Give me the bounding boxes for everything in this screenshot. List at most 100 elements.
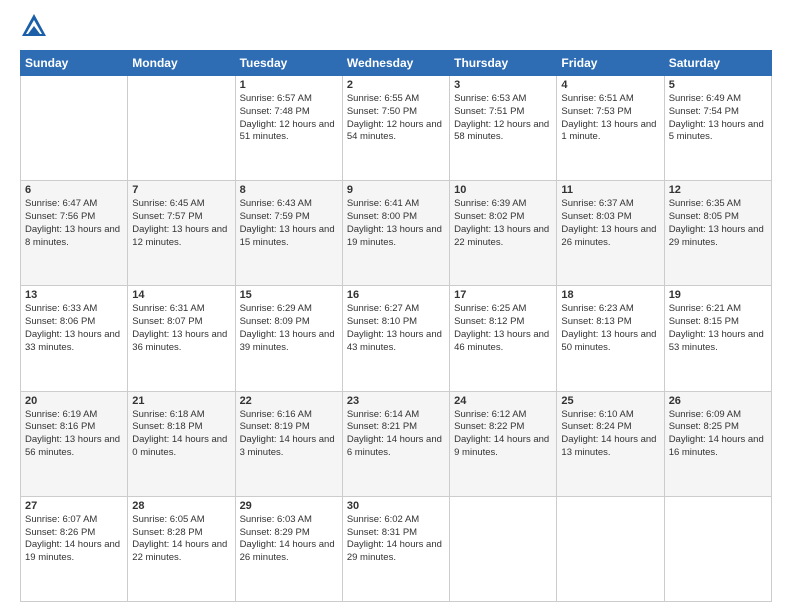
day-number: 7 bbox=[132, 184, 230, 196]
cell-sun-info: Sunrise: 6:37 AM Sunset: 8:03 PM Dayligh… bbox=[561, 198, 659, 249]
cell-sun-info: Sunrise: 6:25 AM Sunset: 8:12 PM Dayligh… bbox=[454, 303, 552, 354]
cell-sun-info: Sunrise: 6:19 AM Sunset: 8:16 PM Dayligh… bbox=[25, 409, 123, 460]
day-number: 16 bbox=[347, 289, 445, 301]
day-number: 8 bbox=[240, 184, 338, 196]
calendar-cell: 29Sunrise: 6:03 AM Sunset: 8:29 PM Dayli… bbox=[235, 496, 342, 601]
day-number: 18 bbox=[561, 289, 659, 301]
cell-sun-info: Sunrise: 6:53 AM Sunset: 7:51 PM Dayligh… bbox=[454, 93, 552, 144]
logo-icon bbox=[20, 12, 48, 40]
calendar-cell: 4 Sunrise: 6:51 AM Sunset: 7:53 PM Daylig… bbox=[557, 76, 664, 181]
calendar-week-row: 1 Sunrise: 6:57 AM Sunset: 7:48 PM Daylig… bbox=[21, 76, 772, 181]
cell-sun-info: Sunrise: 6:47 AM Sunset: 7:56 PM Dayligh… bbox=[25, 198, 123, 249]
calendar-cell: 9 Sunrise: 6:41 AM Sunset: 8:00 PM Daylig… bbox=[342, 181, 449, 286]
calendar-cell: 11 Sunrise: 6:37 AM Sunset: 8:03 PM Dayli… bbox=[557, 181, 664, 286]
day-number: 5 bbox=[669, 79, 767, 91]
day-number: 17 bbox=[454, 289, 552, 301]
weekday-header-tuesday: Tuesday bbox=[235, 51, 342, 76]
calendar-cell: 18 Sunrise: 6:23 AM Sunset: 8:13 PM Dayli… bbox=[557, 286, 664, 391]
weekday-header-monday: Monday bbox=[128, 51, 235, 76]
calendar-cell: 22 Sunrise: 6:16 AM Sunset: 8:19 PM Dayli… bbox=[235, 391, 342, 496]
day-number: 4 bbox=[561, 79, 659, 91]
weekday-header-saturday: Saturday bbox=[664, 51, 771, 76]
day-number: 11 bbox=[561, 184, 659, 196]
cell-sun-info: Sunrise: 6:49 AM Sunset: 7:54 PM Dayligh… bbox=[669, 93, 767, 144]
day-number: 28 bbox=[132, 500, 230, 512]
cell-sun-info: Sunrise: 6:29 AM Sunset: 8:09 PM Dayligh… bbox=[240, 303, 338, 354]
calendar-cell: 19 Sunrise: 6:21 AM Sunset: 8:15 PM Dayli… bbox=[664, 286, 771, 391]
calendar-cell: 14 Sunrise: 6:31 AM Sunset: 8:07 PM Dayli… bbox=[128, 286, 235, 391]
calendar-cell: 8 Sunrise: 6:43 AM Sunset: 7:59 PM Daylig… bbox=[235, 181, 342, 286]
calendar-cell: 15 Sunrise: 6:29 AM Sunset: 8:09 PM Dayli… bbox=[235, 286, 342, 391]
day-number: 19 bbox=[669, 289, 767, 301]
day-number: 6 bbox=[25, 184, 123, 196]
cell-sun-info: Sunrise: 6:43 AM Sunset: 7:59 PM Dayligh… bbox=[240, 198, 338, 249]
calendar-cell: 24 Sunrise: 6:12 AM Sunset: 8:22 PM Dayli… bbox=[450, 391, 557, 496]
calendar-cell: 17 Sunrise: 6:25 AM Sunset: 8:12 PM Dayli… bbox=[450, 286, 557, 391]
cell-sun-info: Sunrise: 6:16 AM Sunset: 8:19 PM Dayligh… bbox=[240, 409, 338, 460]
cell-sun-info: Sunrise: 6:21 AM Sunset: 8:15 PM Dayligh… bbox=[669, 303, 767, 354]
day-number: 20 bbox=[25, 395, 123, 407]
calendar-cell: 10Sunrise: 6:39 AM Sunset: 8:02 PM Dayli… bbox=[450, 181, 557, 286]
weekday-header-thursday: Thursday bbox=[450, 51, 557, 76]
calendar-cell: 3 Sunrise: 6:53 AM Sunset: 7:51 PM Daylig… bbox=[450, 76, 557, 181]
cell-sun-info: Sunrise: 6:45 AM Sunset: 7:57 PM Dayligh… bbox=[132, 198, 230, 249]
weekday-header-sunday: Sunday bbox=[21, 51, 128, 76]
cell-sun-info: Sunrise: 6:31 AM Sunset: 8:07 PM Dayligh… bbox=[132, 303, 230, 354]
calendar-cell: 20 Sunrise: 6:19 AM Sunset: 8:16 PM Dayli… bbox=[21, 391, 128, 496]
cell-sun-info: Sunrise: 6:14 AM Sunset: 8:21 PM Dayligh… bbox=[347, 409, 445, 460]
calendar-cell: 23 Sunrise: 6:14 AM Sunset: 8:21 PM Dayli… bbox=[342, 391, 449, 496]
day-number: 22 bbox=[240, 395, 338, 407]
calendar-cell bbox=[128, 76, 235, 181]
calendar-week-row: 27Sunrise: 6:07 AM Sunset: 8:26 PM Dayli… bbox=[21, 496, 772, 601]
calendar-cell: 2Sunrise: 6:55 AM Sunset: 7:50 PM Daylig… bbox=[342, 76, 449, 181]
calendar-week-row: 13 Sunrise: 6:33 AM Sunset: 8:06 PM Dayli… bbox=[21, 286, 772, 391]
day-number: 15 bbox=[240, 289, 338, 301]
calendar-cell: 13 Sunrise: 6:33 AM Sunset: 8:06 PM Dayli… bbox=[21, 286, 128, 391]
page: SundayMondayTuesdayWednesdayThursdayFrid… bbox=[0, 0, 792, 612]
calendar-cell bbox=[664, 496, 771, 601]
day-number: 9 bbox=[347, 184, 445, 196]
day-number: 14 bbox=[132, 289, 230, 301]
calendar-cell: 25Sunrise: 6:10 AM Sunset: 8:24 PM Dayli… bbox=[557, 391, 664, 496]
cell-sun-info: Sunrise: 6:57 AM Sunset: 7:48 PM Dayligh… bbox=[240, 93, 338, 144]
cell-sun-info: Sunrise: 6:12 AM Sunset: 8:22 PM Dayligh… bbox=[454, 409, 552, 460]
day-number: 24 bbox=[454, 395, 552, 407]
day-number: 10 bbox=[454, 184, 552, 196]
day-number: 13 bbox=[25, 289, 123, 301]
calendar-cell: 7 Sunrise: 6:45 AM Sunset: 7:57 PM Daylig… bbox=[128, 181, 235, 286]
cell-sun-info: Sunrise: 6:18 AM Sunset: 8:18 PM Dayligh… bbox=[132, 409, 230, 460]
calendar-cell: 12 Sunrise: 6:35 AM Sunset: 8:05 PM Dayli… bbox=[664, 181, 771, 286]
cell-sun-info: Sunrise: 6:51 AM Sunset: 7:53 PM Dayligh… bbox=[561, 93, 659, 144]
day-number: 29 bbox=[240, 500, 338, 512]
calendar-cell: 6 Sunrise: 6:47 AM Sunset: 7:56 PM Daylig… bbox=[21, 181, 128, 286]
calendar-cell: 28 Sunrise: 6:05 AM Sunset: 8:28 PM Dayli… bbox=[128, 496, 235, 601]
calendar-cell: 21Sunrise: 6:18 AM Sunset: 8:18 PM Dayli… bbox=[128, 391, 235, 496]
weekday-header-friday: Friday bbox=[557, 51, 664, 76]
calendar-cell: 26 Sunrise: 6:09 AM Sunset: 8:25 PM Dayli… bbox=[664, 391, 771, 496]
cell-sun-info: Sunrise: 6:27 AM Sunset: 8:10 PM Dayligh… bbox=[347, 303, 445, 354]
cell-sun-info: Sunrise: 6:33 AM Sunset: 8:06 PM Dayligh… bbox=[25, 303, 123, 354]
cell-sun-info: Sunrise: 6:41 AM Sunset: 8:00 PM Dayligh… bbox=[347, 198, 445, 249]
calendar-table: SundayMondayTuesdayWednesdayThursdayFrid… bbox=[20, 50, 772, 602]
cell-sun-info: Sunrise: 6:23 AM Sunset: 8:13 PM Dayligh… bbox=[561, 303, 659, 354]
logo bbox=[20, 16, 52, 40]
day-number: 3 bbox=[454, 79, 552, 91]
calendar-cell: 16 Sunrise: 6:27 AM Sunset: 8:10 PM Dayli… bbox=[342, 286, 449, 391]
calendar-cell: 30Sunrise: 6:02 AM Sunset: 8:31 PM Dayli… bbox=[342, 496, 449, 601]
day-number: 2 bbox=[347, 79, 445, 91]
cell-sun-info: Sunrise: 6:07 AM Sunset: 8:26 PM Dayligh… bbox=[25, 514, 123, 565]
day-number: 1 bbox=[240, 79, 338, 91]
cell-sun-info: Sunrise: 6:35 AM Sunset: 8:05 PM Dayligh… bbox=[669, 198, 767, 249]
day-number: 26 bbox=[669, 395, 767, 407]
cell-sun-info: Sunrise: 6:02 AM Sunset: 8:31 PM Dayligh… bbox=[347, 514, 445, 565]
calendar-cell bbox=[21, 76, 128, 181]
calendar-cell: 5 Sunrise: 6:49 AM Sunset: 7:54 PM Daylig… bbox=[664, 76, 771, 181]
calendar-week-row: 20 Sunrise: 6:19 AM Sunset: 8:16 PM Dayli… bbox=[21, 391, 772, 496]
header bbox=[20, 16, 772, 40]
day-number: 12 bbox=[669, 184, 767, 196]
calendar-week-row: 6 Sunrise: 6:47 AM Sunset: 7:56 PM Daylig… bbox=[21, 181, 772, 286]
cell-sun-info: Sunrise: 6:10 AM Sunset: 8:24 PM Dayligh… bbox=[561, 409, 659, 460]
day-number: 23 bbox=[347, 395, 445, 407]
cell-sun-info: Sunrise: 6:09 AM Sunset: 8:25 PM Dayligh… bbox=[669, 409, 767, 460]
cell-sun-info: Sunrise: 6:05 AM Sunset: 8:28 PM Dayligh… bbox=[132, 514, 230, 565]
